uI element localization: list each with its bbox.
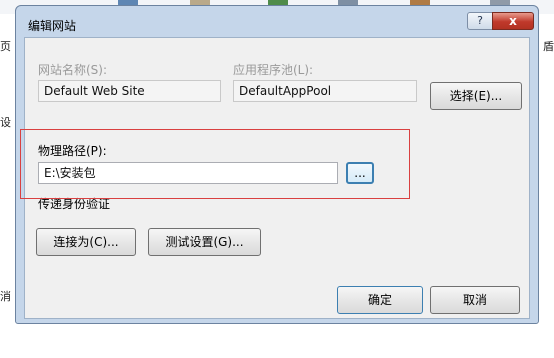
highlight-box	[20, 129, 410, 199]
dialog-title: 编辑网站	[28, 19, 77, 33]
app-pool-field[interactable]: DefaultAppPool	[233, 80, 417, 102]
background-label: 消	[0, 290, 11, 303]
app-pool-label: 应用程序池(L):	[233, 63, 314, 77]
help-button[interactable]: ?	[467, 12, 493, 30]
background-label: 盾	[543, 40, 554, 53]
connect-as-button[interactable]: 连接为(C)...	[36, 228, 136, 256]
select-app-pool-button[interactable]: 选择(E)...	[430, 82, 522, 110]
ok-button[interactable]: 确定	[337, 286, 423, 314]
close-button[interactable]: x	[492, 12, 534, 30]
background-label: 设	[0, 116, 11, 129]
background-label: 页	[0, 40, 11, 53]
site-name-label: 网站名称(S):	[38, 63, 108, 77]
title-bar[interactable]: 编辑网站 ? x	[16, 6, 538, 34]
test-settings-button[interactable]: 测试设置(G)...	[148, 228, 261, 256]
site-name-field[interactable]: Default Web Site	[38, 80, 221, 102]
cancel-button[interactable]: 取消	[430, 286, 520, 314]
